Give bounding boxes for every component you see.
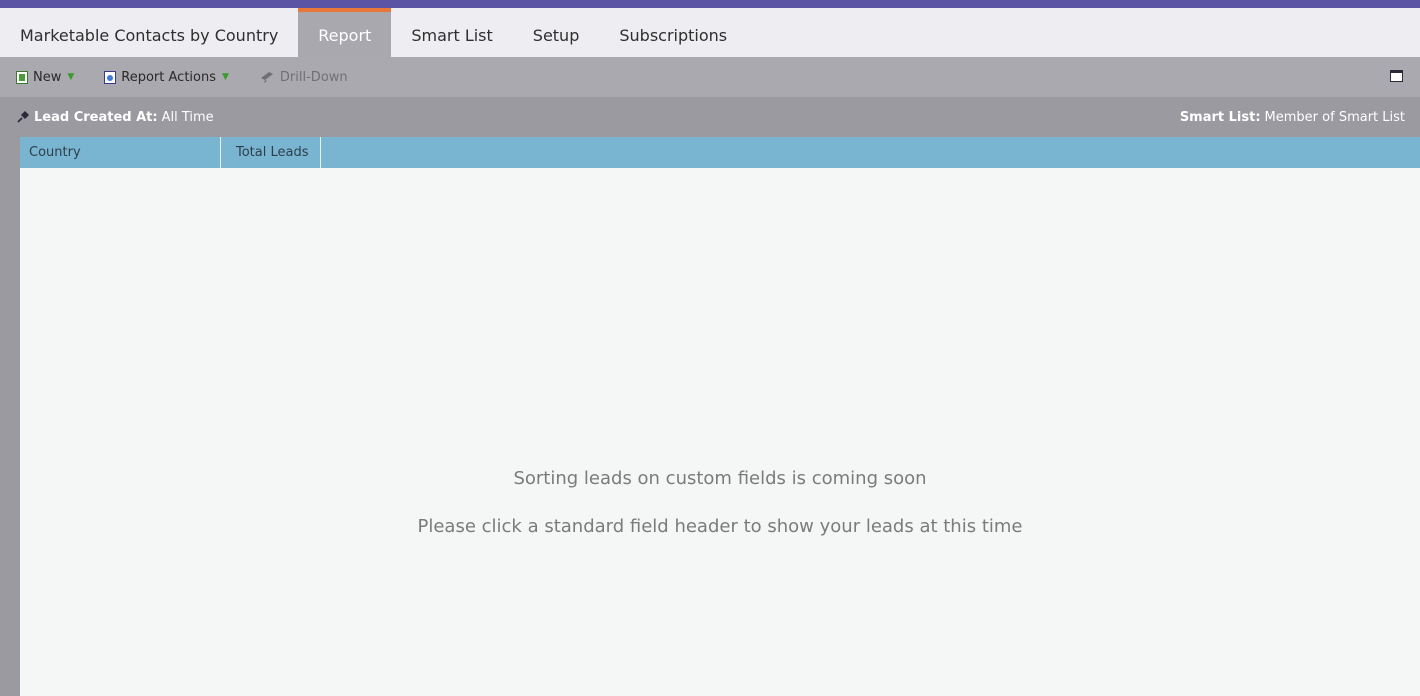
tab-bar: Marketable Contacts by Country Report Sm… <box>0 8 1420 57</box>
dropdown-caret-icon: ▼ <box>67 72 75 82</box>
tab-report-name[interactable]: Marketable Contacts by Country <box>0 8 298 57</box>
brand-top-bar <box>0 0 1420 8</box>
report-actions-label: Report Actions <box>121 69 216 85</box>
column-header-total-leads[interactable]: Total Leads <box>221 137 321 168</box>
dropdown-caret-icon: ▼ <box>222 72 229 82</box>
lead-created-filter[interactable]: Lead Created At: All Time <box>16 97 214 137</box>
lead-created-label: Lead Created At: <box>34 109 158 125</box>
tab-subscriptions[interactable]: Subscriptions <box>599 8 747 57</box>
grid-header: Country Total Leads <box>20 137 1420 168</box>
tab-report[interactable]: Report <box>298 8 392 57</box>
filter-bar: Lead Created At: All Time Smart List: Me… <box>0 97 1420 137</box>
tab-smart-list[interactable]: Smart List <box>391 8 512 57</box>
column-header-country[interactable]: Country <box>20 137 221 168</box>
drill-down-icon <box>260 72 273 83</box>
new-button-label: New <box>33 69 62 85</box>
lead-created-value: All Time <box>161 109 214 125</box>
empty-message-line-1: Sorting leads on custom fields is coming… <box>513 468 927 489</box>
filter-pin-icon <box>17 111 29 123</box>
smart-list-value: Member of Smart List <box>1264 109 1405 125</box>
report-actions-button[interactable]: Report Actions ▼ <box>104 57 229 97</box>
drill-down-button[interactable]: Drill-Down <box>259 57 348 97</box>
smart-list-label: Smart List: <box>1179 109 1261 125</box>
grid-body: Sorting leads on custom fields is coming… <box>20 168 1420 696</box>
new-button[interactable]: New ▼ <box>16 57 74 97</box>
window-maximize-icon[interactable] <box>1390 70 1403 82</box>
empty-message-line-2: Please click a standard field header to … <box>417 516 1023 537</box>
smart-list-filter[interactable]: Smart List: Member of Smart List <box>1180 97 1405 137</box>
left-gutter <box>0 137 20 696</box>
report-actions-icon <box>104 70 117 84</box>
toolbar: New ▼ Report Actions ▼ Drill-Down <box>0 57 1420 97</box>
drill-down-label: Drill-Down <box>279 69 348 85</box>
tab-setup[interactable]: Setup <box>513 8 600 57</box>
new-report-icon <box>16 70 28 84</box>
